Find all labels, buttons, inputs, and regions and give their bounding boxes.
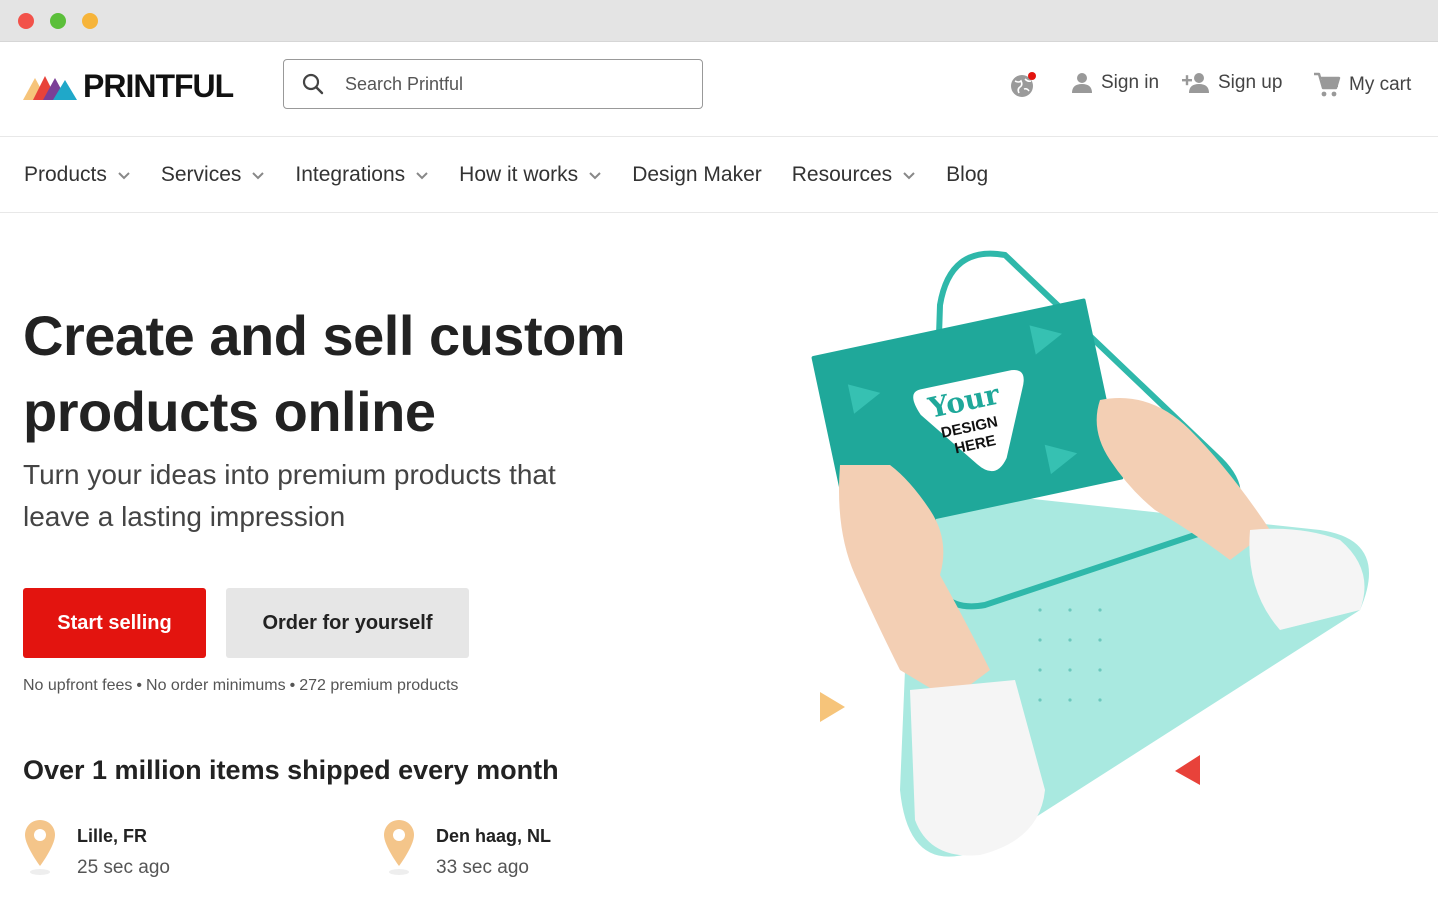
nav-label: Integrations [295,162,406,186]
sign-in-label: Sign in [1101,72,1160,93]
nav-products[interactable]: Products [24,163,131,187]
close-window-button[interactable] [18,13,34,29]
logo-mark-icon [23,76,77,100]
map-pin-icon [384,820,414,875]
user-icon [1072,73,1092,93]
sign-up-link[interactable]: Sign up [1182,72,1282,94]
orange-triangle-shape [820,692,845,722]
nav-label: Blog [946,162,989,186]
search-input[interactable] [345,73,675,95]
nav-how-it-works[interactable]: How it works [459,163,602,187]
chevron-down-icon [903,171,915,179]
browser-titlebar [0,0,1438,42]
main-nav: Products Services Integrations How it wo… [0,137,1438,213]
logo-text: PRINTFUL [83,67,234,104]
search-icon[interactable] [301,72,325,96]
maximize-window-button[interactable] [50,13,66,29]
perk-no-fees: No upfront fees [23,677,133,694]
chevron-down-icon [118,171,130,179]
perks-line: No upfront fees • No order minimums • 272 pr… [23,677,459,694]
hero-subtitle: Turn your ideas into premium products th… [23,459,556,532]
sign-in-link[interactable]: Sign in [1071,72,1159,94]
chevron-down-icon [252,171,265,179]
start-selling-button[interactable]: Start selling [23,588,206,658]
order-for-yourself-button[interactable]: Order for yourself [226,588,469,658]
perk-product-count: 272 premium products [299,677,459,694]
search-box[interactable] [283,59,703,109]
nav-integrations[interactable]: Integrations [295,163,429,187]
cart-link[interactable]: My cart [1313,72,1411,98]
nav-label: Products [24,162,107,186]
site-header: PRINTFUL Sign in Sign up [0,42,1438,137]
shipping-title: Over 1 million items shipped every month [23,755,559,785]
hero-title: Create and sell custom products online [23,304,626,443]
chevron-down-icon [589,171,601,179]
add-user-icon [1182,73,1209,93]
nav-label: Services [160,162,242,186]
nav-resources[interactable]: Resources [792,163,916,187]
printful-logo[interactable]: PRINTFUL [23,67,234,104]
hero-illustration: Your DESIGN HERE [811,250,1369,857]
nav-services[interactable]: Services [161,163,266,187]
location-city: Lille, FR [77,826,148,846]
location-time: 25 sec ago [77,857,170,878]
cart-icon [1314,72,1341,97]
cart-label: My cart [1349,74,1412,95]
nav-label: How it works [459,162,579,186]
nav-design-maker[interactable]: Design Maker [632,163,762,187]
shipping-location-item: Lille, FR 25 sec ago [23,818,170,879]
location-city: Den haag, NL [436,826,552,846]
map-pin-icon [25,820,55,875]
red-triangle-shape [1175,755,1200,785]
location-time: 33 sec ago [436,857,529,878]
nav-label: Design Maker [632,162,762,186]
nav-label: Resources [791,162,893,186]
perk-no-minimums: No order minimums [146,677,286,694]
language-globe-icon[interactable] [1009,71,1037,99]
sign-up-label: Sign up [1218,72,1283,93]
minimize-window-button[interactable] [82,13,98,29]
nav-blog[interactable]: Blog [946,163,988,187]
chevron-down-icon [416,171,428,179]
shipping-location-item: Den haag, NL 33 sec ago [382,818,551,879]
